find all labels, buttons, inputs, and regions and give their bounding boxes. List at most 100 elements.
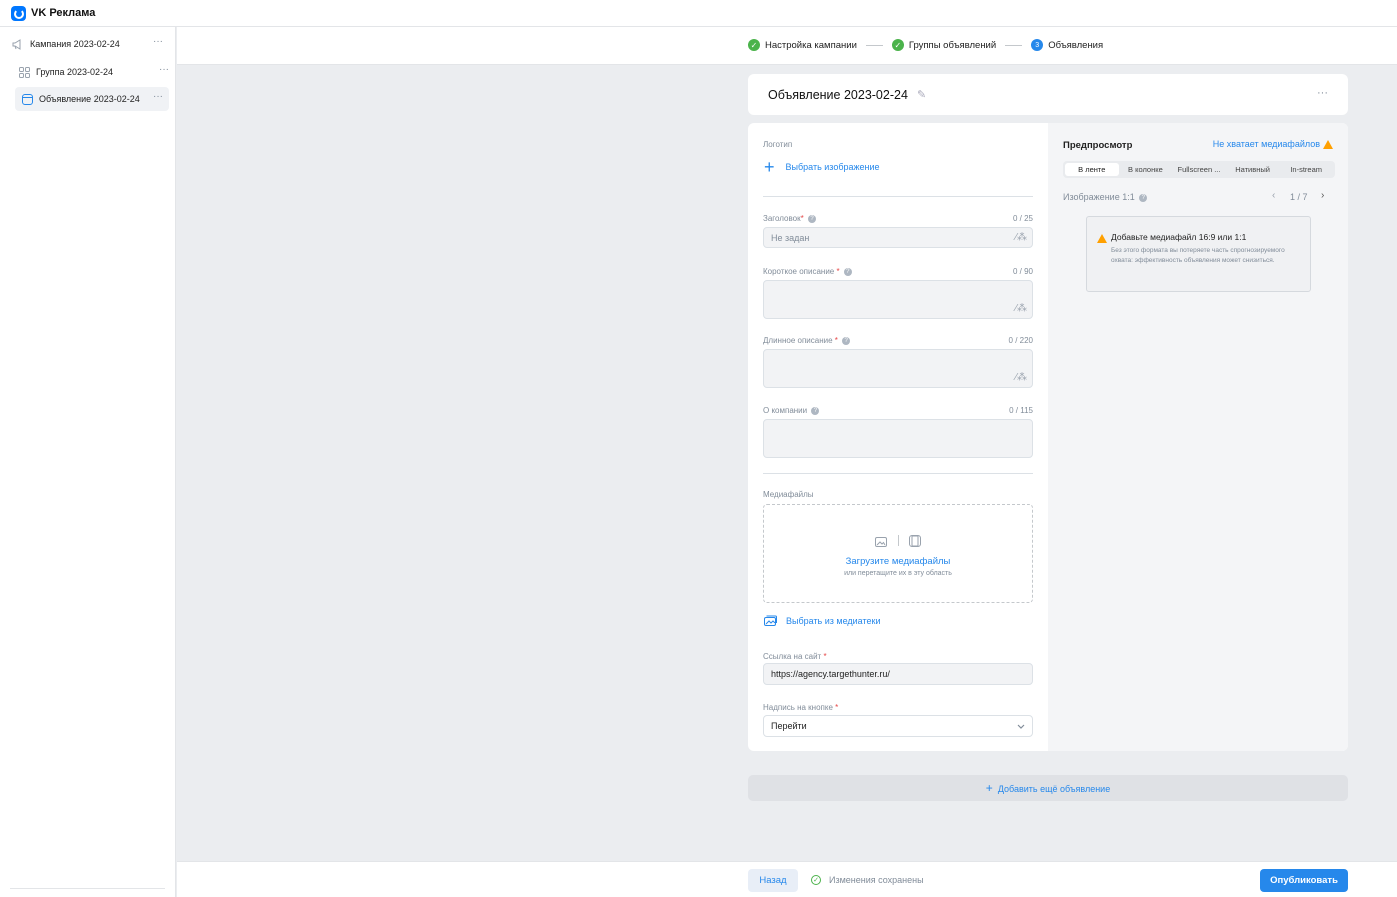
upload-hint: или перетащите их в эту область [844,570,952,577]
short-desc-label-text: Короткое описание [763,267,835,276]
more-icon[interactable]: ··· [153,36,163,47]
headline-label: Заголовок* ? [763,214,816,223]
footer-bar: Назад ✓ Изменения сохранены Опубликовать [177,861,1397,897]
magic-wand-icon[interactable]: ⁄⁂ [1015,303,1027,314]
divider [763,473,1033,474]
long-desc-label: Длинное описание * ? [763,336,851,345]
icon-separator [897,535,899,546]
required-mark: * [834,336,838,345]
site-link-input[interactable]: https://agency.targethunter.ru/ [763,663,1033,685]
help-icon[interactable]: ? [842,336,851,345]
required-mark: * [836,267,840,276]
more-icon[interactable]: ··· [1317,87,1328,99]
top-bar: VK Реклама [0,0,1397,27]
upload-title[interactable]: Загрузите медиафайлы [764,556,1032,567]
pager: 1 / 7 [1290,192,1308,202]
media-warning: Добавьте медиафайл 16:9 или 1:1 Без этог… [1086,216,1311,292]
magic-wand-icon[interactable]: ⁄⁂ [1015,232,1027,243]
help-icon[interactable]: ? [843,267,852,276]
choose-image-label: Выбрать изображение [785,162,880,172]
help-icon[interactable]: ? [811,406,820,415]
more-icon[interactable]: ··· [153,91,163,102]
chevron-left-icon[interactable]: ‹ [1272,190,1275,201]
publish-button[interactable]: Опубликовать [1260,869,1348,892]
short-desc-textarea[interactable]: ⁄⁂ [763,280,1033,319]
media-library-button[interactable]: Выбрать из медиатеки [764,615,880,626]
ad-title-card: Объявление 2023-02-24 ✎ ··· [748,74,1348,115]
check-circle-icon: ✓ [811,875,821,885]
button-text-select[interactable]: Перейти [763,715,1033,737]
tab-native[interactable]: Нативный [1226,163,1280,176]
preview-tabs: В ленте В колонке Fullscreen ... Нативны… [1063,161,1335,178]
preview-pane: Предпросмотр Не хватает медиафайлов В ле… [1048,123,1348,751]
sidebar-item-group[interactable]: Группа 2023-02-24 ··· [14,60,175,84]
step-campaign-settings[interactable]: ✓ Настройка кампании [748,39,857,51]
step-label: Настройка кампании [765,39,857,51]
vk-logo-icon[interactable] [11,5,26,21]
headline-counter: 0 / 25 [1012,214,1033,223]
pencil-icon[interactable]: ✎ [917,88,926,101]
add-ad-button[interactable]: + Добавить ещё объявление [748,775,1348,801]
check-icon: ✓ [891,39,904,51]
sidebar-item-label: Кампания 2023-02-24 [30,39,120,49]
required-mark: * [800,214,804,223]
sidebar-item-label: Группа 2023-02-24 [36,67,114,77]
step-ads[interactable]: 3 Объявления [1031,39,1103,51]
sidebar-item-campaign[interactable]: Кампания 2023-02-24 ··· [8,32,169,56]
about-label-text: О компании [763,406,808,415]
app-name[interactable]: VK Реклама [31,7,95,19]
save-status-text: Изменения сохранены [829,875,924,885]
tab-instream[interactable]: In-stream [1279,163,1333,176]
missing-media-link[interactable]: Не хватает медиафайлов [1213,139,1333,149]
tab-column[interactable]: В колонке [1119,163,1173,176]
step-number: 3 [1031,39,1044,51]
sidebar-item-ad[interactable]: Объявление 2023-02-24 ··· [15,87,169,111]
check-icon: ✓ [748,39,760,51]
media-upload-dropzone[interactable]: Загрузите медиафайлы или перетащите их в… [763,504,1033,603]
headline-label-text: Заголовок [763,214,801,223]
back-button[interactable]: Назад [748,869,798,892]
choose-image-button[interactable]: + Выбрать изображение [764,158,880,176]
help-icon[interactable]: ? [1139,193,1148,202]
long-desc-textarea[interactable]: ⁄⁂ [763,349,1033,388]
media-library-label: Выбрать из медиатеки [786,615,881,626]
divider [10,888,165,889]
grid-icon [18,66,30,78]
headline-input[interactable]: Не задан ⁄⁂ [763,227,1033,248]
logo-label: Логотип [763,140,793,149]
site-link-value: https://agency.targethunter.ru/ [771,669,890,679]
magic-wand-icon[interactable]: ⁄⁂ [1015,372,1027,383]
warning-icon [1323,139,1333,149]
help-icon[interactable]: ? [807,214,816,223]
image-format-label: Изображение 1:1 ? [1063,192,1148,202]
image-icon [875,537,888,547]
chevron-right-icon[interactable]: › [1321,190,1324,201]
tab-feed[interactable]: В ленте [1065,163,1119,176]
tab-fullscreen[interactable]: Fullscreen ... [1172,163,1226,176]
add-ad-label: Добавить ещё объявление [997,784,1111,794]
video-icon [908,535,921,547]
step-label: Группы объявлений [908,39,997,51]
headline-placeholder: Не задан [771,233,810,243]
long-desc-label-text: Длинное описание [763,336,833,345]
site-link-label: Ссылка на сайт * [763,652,827,661]
step-label: Объявления [1048,39,1104,51]
chevron-down-icon [1017,724,1025,729]
more-icon[interactable]: ··· [159,64,169,75]
button-text-value: Перейти [771,721,807,731]
short-desc-label: Короткое описание * ? [763,267,852,276]
about-counter: 0 / 115 [1009,406,1033,415]
stepper: ✓ Настройка кампании ✓ Группы объявлений… [748,39,1103,51]
about-textarea[interactable] [763,419,1033,458]
ad-icon [21,93,33,105]
long-desc-counter: 0 / 220 [1008,336,1033,345]
required-mark: * [823,652,827,661]
ad-title: Объявление 2023-02-24 [768,88,908,102]
warning-title: Добавьте медиафайл 16:9 или 1:1 [1111,232,1247,242]
step-ad-groups[interactable]: ✓ Группы объявлений [891,39,997,51]
warning-text: Без этого формата вы потеряете часть спр… [1111,247,1285,264]
required-mark: * [835,703,839,712]
save-status: ✓ Изменения сохранены [811,875,924,885]
image-format-text: Изображение 1:1 [1063,192,1135,202]
sidebar: Кампания 2023-02-24 ··· Группа 2023-02-2… [0,27,176,897]
